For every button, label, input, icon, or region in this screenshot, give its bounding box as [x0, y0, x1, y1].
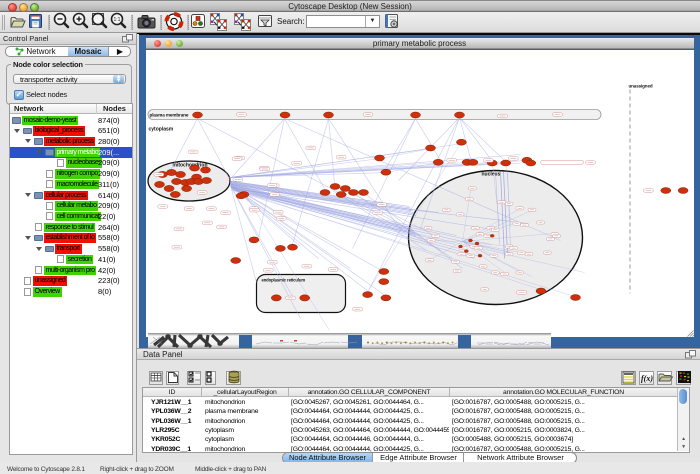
- svg-text:1:1: 1:1: [114, 17, 121, 23]
- svg-text:unassigned: unassigned: [628, 83, 652, 88]
- svg-text:plasma membrane: plasma membrane: [149, 112, 188, 117]
- svg-text:nucleus: nucleus: [481, 171, 500, 177]
- svg-text:cytoplasm: cytoplasm: [148, 126, 173, 132]
- svg-text:f(x): f(x): [641, 374, 653, 383]
